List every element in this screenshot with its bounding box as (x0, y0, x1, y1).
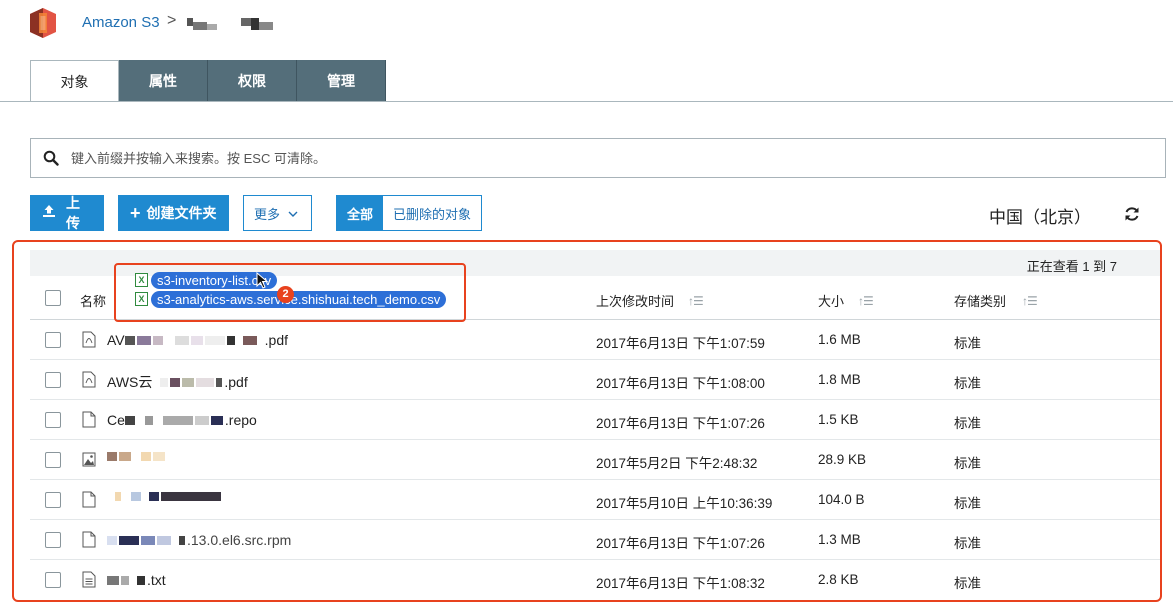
region-label: 中国（北京） (989, 208, 1091, 227)
table-row[interactable]: 2017年5月10日 上午10:36:39 104.0 B 标准 (30, 480, 1160, 520)
upload-label: 上传 (66, 195, 80, 231)
file-name[interactable]: AV .pdf (107, 332, 288, 348)
upload-button[interactable]: 上传 (30, 195, 104, 231)
file-name[interactable]: .13.0.el6.src.rpm (107, 532, 291, 548)
file-size: 1.3 MB (818, 532, 861, 547)
column-storage-class[interactable]: 存储类别 ↑☰ (954, 291, 1038, 310)
column-last-modified[interactable]: 上次修改时间 ↑☰ (596, 291, 704, 310)
last-modified: 2017年6月13日 下午1:08:32 (596, 576, 765, 591)
create-folder-button[interactable]: + 创建文件夹 (118, 195, 229, 231)
plus-icon: + (130, 202, 141, 223)
excel-file-icon: X (135, 273, 148, 287)
storage-class: 标准 (954, 536, 981, 551)
version-filter: 全部 已删除的对象 (336, 195, 483, 231)
tab-objects[interactable]: 对象 (30, 60, 119, 102)
file-icon (82, 411, 96, 428)
upload-icon (42, 204, 56, 222)
breadcrumb-bucket-name[interactable] (185, 14, 277, 34)
table-row[interactable]: 2017年5月2日 下午2:48:32 28.9 KB 标准 (30, 440, 1160, 480)
file-size: 104.0 B (818, 492, 865, 507)
column-size-label: 大小 (818, 294, 845, 309)
sort-icon[interactable]: ↑☰ (688, 294, 704, 308)
storage-class: 标准 (954, 496, 981, 511)
row-checkbox[interactable] (45, 452, 61, 468)
file-size: 28.9 KB (818, 452, 867, 467)
breadcrumb-service-link[interactable]: Amazon S3 (82, 14, 160, 31)
search-box (30, 138, 1166, 178)
file-name[interactable]: .txt (107, 572, 166, 588)
table-row[interactable]: .13.0.el6.src.rpm 2017年6月13日 下午1:07:26 1… (30, 520, 1160, 560)
file-icon (82, 531, 96, 548)
row-checkbox[interactable] (45, 332, 61, 348)
last-modified: 2017年6月13日 下午1:07:59 (596, 336, 765, 351)
cursor-icon (256, 272, 269, 289)
column-last-modified-label: 上次修改时间 (596, 294, 675, 309)
column-name[interactable]: 名称 (80, 291, 106, 310)
row-checkbox[interactable] (45, 532, 61, 548)
storage-class: 标准 (954, 376, 981, 391)
select-all-checkbox[interactable] (45, 290, 61, 306)
storage-class: 标准 (954, 416, 981, 431)
aws-s3-logo-icon (30, 8, 56, 38)
row-checkbox[interactable] (45, 412, 61, 428)
row-checkbox[interactable] (45, 372, 61, 388)
row-checkbox[interactable] (45, 492, 61, 508)
pdf-file-icon (82, 371, 96, 388)
row-checkbox[interactable] (45, 572, 61, 588)
file-icon (82, 491, 96, 508)
table-row[interactable]: .txt 2017年6月13日 下午1:08:32 2.8 KB 标准 (30, 560, 1160, 600)
file-name[interactable] (107, 452, 167, 461)
breadcrumb-separator: > (167, 12, 177, 29)
more-dropdown[interactable]: 更多 (243, 195, 312, 231)
tab-divider (0, 101, 1173, 102)
table-row[interactable]: Ce .repo 2017年6月13日 下午1:07:26 1.5 KB 标准 (30, 400, 1160, 440)
storage-class: 标准 (954, 336, 981, 351)
tab-bar: 对象 属性 权限 管理 (30, 60, 386, 102)
file-name[interactable]: Ce .repo (107, 412, 257, 428)
filter-deleted-button[interactable]: 已删除的对象 (383, 196, 482, 230)
tab-management[interactable]: 管理 (297, 60, 386, 102)
file-name[interactable] (107, 492, 223, 501)
text-file-icon (82, 571, 96, 588)
pager-text: 正在查看 1 到 7 (1026, 259, 1117, 274)
last-modified: 2017年5月2日 下午2:48:32 (596, 456, 758, 471)
last-modified: 2017年5月10日 上午10:36:39 (596, 496, 773, 511)
file-size: 2.8 KB (818, 572, 859, 587)
column-size[interactable]: 大小 ↑☰ (818, 291, 874, 310)
table-row[interactable]: AWS云 .pdf 2017年6月13日 下午1:08:00 1.8 MB 标准 (30, 360, 1160, 400)
image-file-icon (82, 452, 96, 467)
sort-icon[interactable]: ↑☰ (858, 294, 874, 308)
drag-count-badge: 2 (277, 286, 294, 303)
file-name[interactable]: AWS云 .pdf (107, 372, 248, 392)
search-icon (31, 150, 71, 166)
search-input[interactable] (71, 150, 1071, 166)
last-modified: 2017年6月13日 下午1:07:26 (596, 536, 765, 551)
storage-class: 标准 (954, 576, 981, 591)
refresh-icon[interactable] (1123, 205, 1141, 223)
excel-file-icon: X (135, 292, 148, 306)
last-modified: 2017年6月13日 下午1:07:26 (596, 416, 765, 431)
file-size: 1.5 KB (818, 412, 859, 427)
filter-all-button[interactable]: 全部 (337, 196, 384, 230)
sort-icon[interactable]: ↑☰ (1022, 294, 1038, 308)
last-modified: 2017年6月13日 下午1:08:00 (596, 376, 765, 391)
storage-class: 标准 (954, 456, 981, 471)
file-size: 1.8 MB (818, 372, 861, 387)
tab-properties[interactable]: 属性 (119, 60, 208, 102)
table-row[interactable]: AV .pdf 2017年6月13日 下午1:07:59 1.6 MB 标准 (30, 320, 1160, 360)
create-folder-label: 创建文件夹 (146, 205, 217, 221)
more-label: 更多 (254, 206, 281, 222)
file-size: 1.6 MB (818, 332, 861, 347)
pdf-file-icon (82, 331, 96, 348)
column-storage-class-label: 存储类别 (954, 294, 1007, 309)
tab-permissions[interactable]: 权限 (208, 60, 297, 102)
drag-file-2: s3-analytics-aws.service.shishuai.tech_d… (151, 291, 447, 308)
chevron-down-icon (288, 205, 298, 221)
